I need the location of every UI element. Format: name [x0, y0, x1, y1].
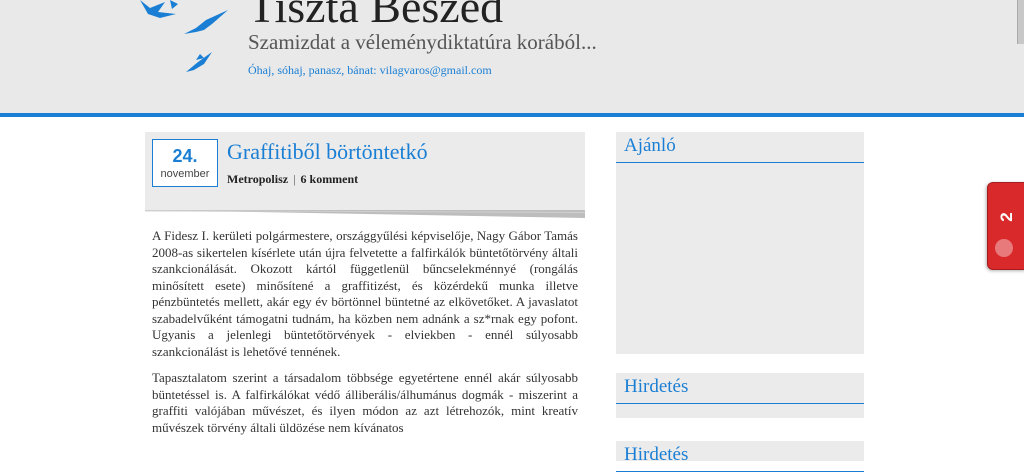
meta-separator: |: [293, 172, 296, 186]
post-header-shadow: [145, 210, 585, 218]
widget-title: Hirdetés: [616, 373, 864, 404]
widget-hirdetes-2: Hirdetés: [616, 441, 864, 472]
notification-tab[interactable]: 2: [987, 182, 1024, 270]
post-meta: Metropolisz | 6 komment: [227, 172, 358, 187]
post-date-day: 24.: [172, 146, 198, 166]
birds-logo-icon: [140, 0, 228, 72]
widget-title: Ajánló: [616, 132, 864, 163]
post-title[interactable]: Graffitiből börtöntetkó: [227, 139, 428, 165]
post-date-month: november: [160, 168, 210, 180]
post-comments-link[interactable]: 6 komment: [301, 172, 359, 186]
post-author[interactable]: Metropolisz: [227, 172, 288, 186]
post-body: A Fidesz I. kerületi polgármestere, orsz…: [152, 228, 578, 446]
site-header: Tiszta Beszéd Szamizdat a véleménydiktat…: [0, 0, 1024, 113]
scrollbar[interactable]: [1017, 0, 1024, 44]
widget-hirdetes: Hirdetés: [616, 373, 864, 418]
share-icon: [995, 239, 1013, 257]
post-paragraph: Tapasztalatom szerint a társadalom többs…: [152, 370, 578, 435]
site-title[interactable]: Tiszta Beszéd: [248, 0, 503, 34]
header-divider: [0, 113, 1024, 117]
contact-line: Óhaj, sóhaj, panasz, bánat: vilagvaros@g…: [248, 63, 492, 77]
post-paragraph: A Fidesz I. kerületi polgármestere, orsz…: [152, 228, 578, 359]
notification-count: 2: [997, 212, 1016, 222]
site-tagline: Szamizdat a véleménydiktatúra korából...: [248, 30, 597, 54]
widget-title: Hirdetés: [616, 441, 864, 472]
widget-ajanlo: Ajánló: [616, 132, 864, 354]
post-date: 24. november: [152, 139, 218, 187]
